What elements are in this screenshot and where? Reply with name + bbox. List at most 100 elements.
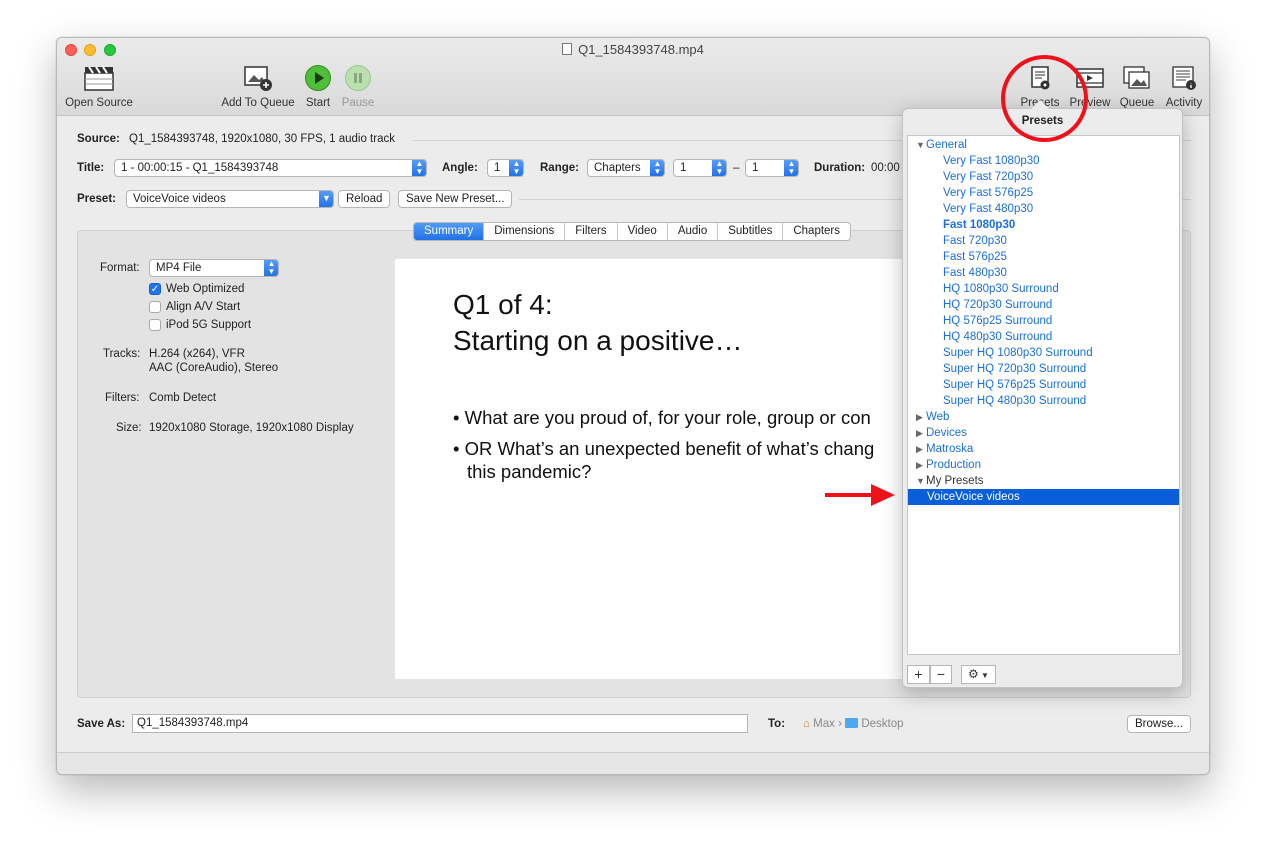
updown-icon: ▲ ▼ [650,160,664,176]
preset-select[interactable]: VoiceVoice videos ▼ [126,190,334,208]
preset-item[interactable]: Super HQ 720p30 Surround [908,361,1179,377]
tab-summary[interactable]: Summary [414,223,485,240]
duration-value: 00:00 [871,162,900,174]
preset-label: Preset: [77,193,116,205]
pause-icon [345,65,371,91]
updown-icon: ▲ ▼ [784,160,798,176]
preset-item[interactable]: HQ 576p25 Surround [908,313,1179,329]
preset-item[interactable]: Fast 720p30 [908,233,1179,249]
size-label: Size: [116,422,142,434]
disclosure-open-icon[interactable]: ▼ [916,473,926,489]
preset-item[interactable]: Fast 576p25 [908,249,1179,265]
preset-item[interactable]: HQ 480p30 Surround [908,329,1179,345]
save-as-field[interactable]: Q1_1584393748.mp4 [132,714,748,733]
preset-actions-button[interactable]: ⚙ ▼ [961,665,996,684]
range-end-select[interactable]: 1 ▲ ▼ [745,159,799,177]
align-av-checkbox[interactable] [149,301,161,313]
start-button[interactable]: Start [302,64,334,109]
pause-button[interactable]: Pause [341,64,375,109]
tab-filters[interactable]: Filters [565,223,618,240]
presets-popover: Presets ▼General Very Fast 1080p30 Very Fa… [902,108,1183,688]
updown-icon: ▲ ▼ [509,160,523,176]
tracks-label: Tracks: [103,348,141,360]
open-source-button[interactable]: Open Source [65,64,133,109]
destination-path[interactable]: ⌂ Max › Desktop [803,718,904,730]
preset-group[interactable]: ▼My Presets [908,473,1179,489]
tracks-line2: AAC (CoreAudio), Stereo [149,362,279,374]
filters-value: Comb Detect [149,392,217,404]
slide-bullet-2: • OR What’s an unexpected benefit of wha… [453,438,875,459]
range-dash: – [733,162,740,174]
remove-preset-button[interactable]: − [930,665,952,684]
tracks-line1: H.264 (x264), VFR [149,348,245,360]
source-value: Q1_1584393748, 1920x1080, 30 FPS, 1 audi… [129,133,395,145]
clapperboard-icon [84,66,114,91]
angle-label: Angle: [442,162,478,174]
tab-subtitles[interactable]: Subtitles [718,223,784,240]
gear-icon: ⚙ [968,667,979,681]
add-to-queue-icon [244,66,272,91]
preset-item[interactable]: Very Fast 720p30 [908,169,1179,185]
preset-item[interactable]: Fast 480p30 [908,265,1179,281]
slide-bullet-2-cont: this pandemic? [467,461,592,482]
updown-icon: ▲ ▼ [412,160,426,176]
updown-icon: ▲ ▼ [264,260,278,276]
preset-item[interactable]: Very Fast 1080p30 [908,153,1179,169]
tab-chapters[interactable]: Chapters [783,223,850,240]
disclosure-closed-icon[interactable]: ▶ [916,441,926,457]
disclosure-open-icon[interactable]: ▼ [916,137,926,153]
align-av-label: Align A/V Start [166,301,241,313]
browse-button[interactable]: Browse... [1127,715,1191,733]
preset-item[interactable]: Fast 1080p30 [908,217,1179,233]
folder-icon [845,718,859,728]
preset-group[interactable]: ▶ Production [908,457,1179,473]
tab-video[interactable]: Video [618,223,668,240]
add-to-queue-button[interactable]: Add To Queue [220,64,296,109]
range-label: Range: [540,162,579,174]
format-select[interactable]: MP4 File ▲ ▼ [149,259,279,277]
chevron-down-icon: ▼ [978,671,989,680]
add-preset-button[interactable]: + [907,665,930,684]
preset-item[interactable]: Very Fast 480p30 [908,201,1179,217]
status-bar [57,752,1209,774]
title-label: Title: [77,162,105,174]
queue-toolbar-button[interactable]: Queue [1117,64,1157,109]
preset-item[interactable]: HQ 1080p30 Surround [908,281,1179,297]
preview-image: Q1 of 4: Starting on a positive… • What a… [395,259,915,679]
queue-icon [1123,66,1150,89]
preset-item[interactable]: Super HQ 576p25 Surround [908,377,1179,393]
preset-group[interactable]: ▶ Devices [908,425,1179,441]
activity-toolbar-button[interactable]: Activity [1161,64,1207,109]
format-label: Format: [100,262,140,274]
range-type-select[interactable]: Chapters ▲ ▼ [587,159,665,177]
reload-button[interactable]: Reload [338,190,391,208]
disclosure-closed-icon[interactable]: ▶ [916,457,926,473]
updown-icon: ▲ ▼ [712,160,726,176]
preset-item[interactable]: HQ 720p30 Surround [908,297,1179,313]
preset-item-selected[interactable]: VoiceVoice videos [908,489,1179,505]
range-start-select[interactable]: 1 ▲ ▼ [673,159,727,177]
ipod-support-label: iPod 5G Support [166,319,252,331]
disclosure-closed-icon[interactable]: ▶ [916,409,926,425]
angle-select[interactable]: 1 ▲ ▼ [487,159,524,177]
duration-label: Duration: [814,162,866,174]
preset-group[interactable]: ▶ Web [908,409,1179,425]
play-icon [305,65,331,91]
chevron-down-icon: ▼ [319,191,333,207]
disclosure-closed-icon[interactable]: ▶ [916,425,926,441]
tab-audio[interactable]: Audio [668,223,719,240]
preset-item[interactable]: Very Fast 576p25 [908,185,1179,201]
document-icon [562,43,573,55]
size-value: 1920x1080 Storage, 1920x1080 Display [149,422,354,434]
preset-item[interactable]: Super HQ 480p30 Surround [908,393,1179,409]
annotation-arrow [825,484,895,506]
tab-bar: Summary Dimensions Filters Video Audio S… [413,222,852,241]
preset-group[interactable]: ▶ Matroska [908,441,1179,457]
save-new-preset-button[interactable]: Save New Preset... [398,190,513,208]
tab-dimensions[interactable]: Dimensions [484,223,566,240]
to-label: To: [768,718,786,730]
preset-item[interactable]: Super HQ 1080p30 Surround [908,345,1179,361]
title-select[interactable]: 1 - 00:00:15 - Q1_1584393748 ▲ ▼ [114,159,427,177]
ipod-support-checkbox[interactable] [149,319,161,331]
web-optimized-checkbox[interactable]: ✓ [149,283,161,295]
